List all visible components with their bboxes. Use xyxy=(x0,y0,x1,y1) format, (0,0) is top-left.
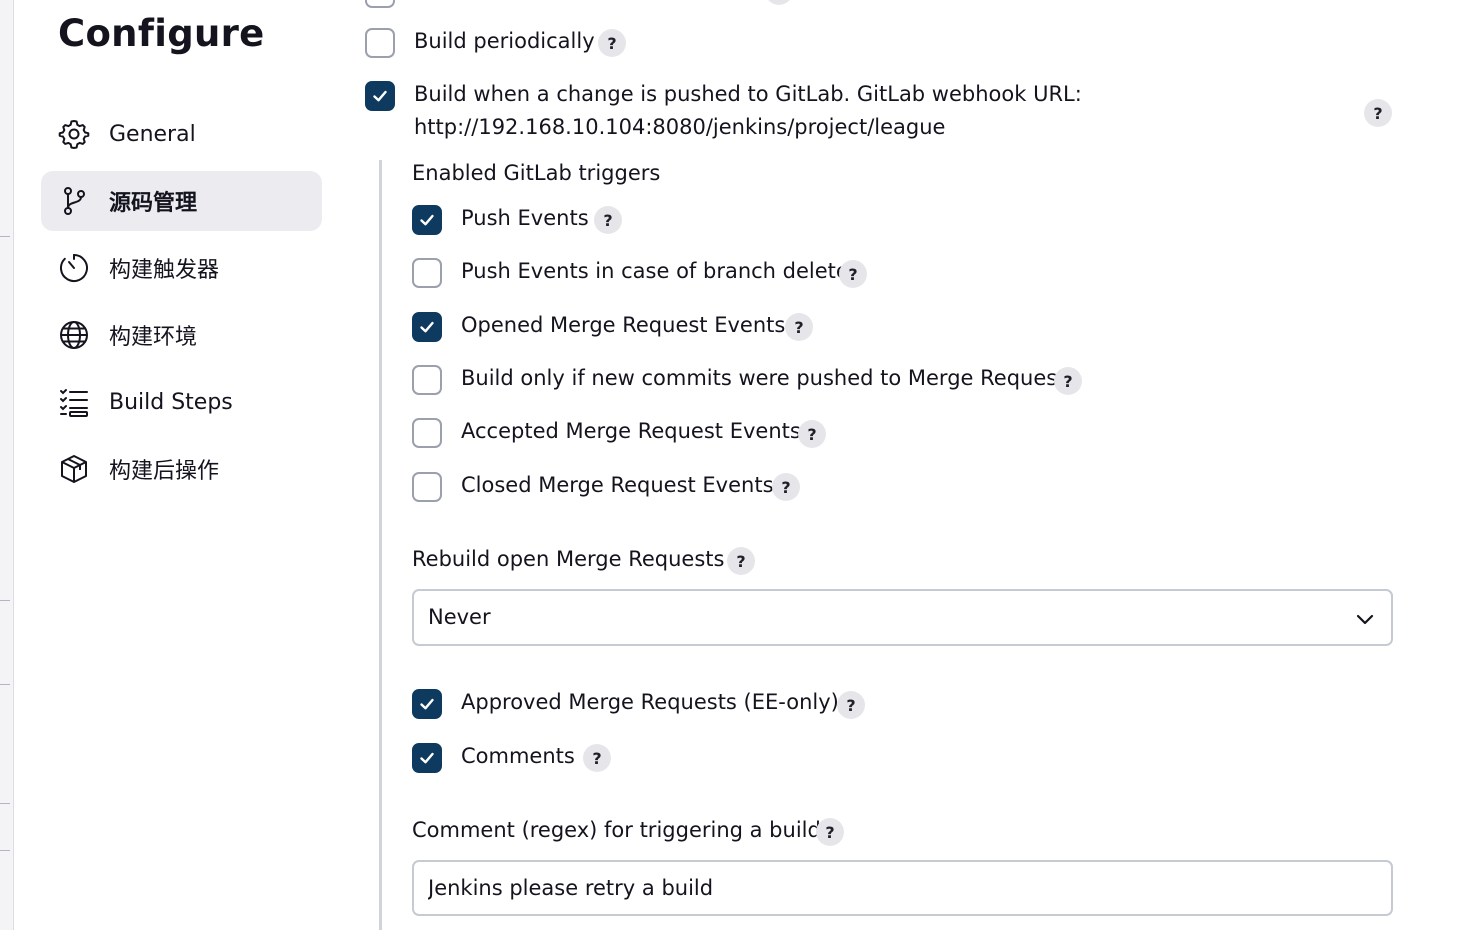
push-events-label: Push Events xyxy=(461,206,589,230)
help-icon[interactable]: ? xyxy=(839,260,867,288)
checkbox-opened-mr-events[interactable] xyxy=(412,312,442,342)
checkbox-push-events[interactable] xyxy=(412,205,442,235)
checkmark-icon xyxy=(373,90,387,102)
sidebar-nav: General 源码管理 构建触发器 构建环境 Build Steps 构建后操… xyxy=(41,104,322,506)
help-icon[interactable]: ? xyxy=(1364,99,1392,127)
edge-tick xyxy=(0,600,10,601)
list-icon xyxy=(58,386,90,418)
accepted-mr-events-label: Accepted Merge Request Events xyxy=(461,419,801,443)
clock-icon xyxy=(58,252,90,284)
background-window-edge xyxy=(0,0,14,930)
globe-icon xyxy=(58,319,90,351)
chevron-down-icon xyxy=(1356,614,1374,625)
checkbox-approved-mr[interactable] xyxy=(412,689,442,719)
sidebar-item-general[interactable]: General xyxy=(41,104,322,164)
sidebar-item-build-triggers[interactable]: 构建触发器 xyxy=(41,238,322,298)
help-icon[interactable]: ? xyxy=(785,313,813,341)
checkmark-icon xyxy=(420,214,434,226)
comment-regex-label: Comment (regex) for triggering a build xyxy=(412,818,821,842)
enabled-gitlab-triggers-label: Enabled GitLab triggers xyxy=(412,161,661,185)
comments-label: Comments xyxy=(461,744,575,768)
checkbox-build-only-new-commits[interactable] xyxy=(412,365,442,395)
gear-icon xyxy=(58,118,90,150)
rebuild-open-mr-value: Never xyxy=(428,605,491,629)
sidebar-item-label: General xyxy=(109,121,196,147)
sidebar-item-label: 构建触发器 xyxy=(109,258,220,283)
help-icon[interactable]: ? xyxy=(598,29,626,57)
gitlab-push-trigger-label: Build when a change is pushed to GitLab.… xyxy=(414,82,1082,106)
sidebar-item-label: 构建环境 xyxy=(109,325,198,350)
help-icon[interactable]: ? xyxy=(816,818,844,846)
checkbox-comments[interactable] xyxy=(412,743,442,773)
comment-regex-input[interactable] xyxy=(412,860,1393,916)
help-icon[interactable]: ? xyxy=(594,206,622,234)
gitlab-webhook-url: http://192.168.10.104:8080/jenkins/proje… xyxy=(414,115,946,139)
trigger-settings-panel: Build periodically ? Build when a change… xyxy=(363,0,1403,930)
checkbox-clipped-option[interactable] xyxy=(365,0,395,8)
checkbox-gitlab-push-trigger[interactable] xyxy=(365,81,395,111)
help-icon[interactable] xyxy=(765,0,793,5)
checkmark-icon xyxy=(420,321,434,333)
build-only-new-commits-label: Build only if new commits were pushed to… xyxy=(461,366,1066,390)
sidebar-item-build-environment[interactable]: 构建环境 xyxy=(41,305,322,365)
opened-mr-events-label: Opened Merge Request Events xyxy=(461,313,786,337)
edge-tick xyxy=(0,803,10,804)
checkbox-closed-mr-events[interactable] xyxy=(412,472,442,502)
sidebar-item-label: 构建后操作 xyxy=(109,459,220,484)
sidebar-item-source-control[interactable]: 源码管理 xyxy=(41,171,322,231)
help-icon[interactable]: ? xyxy=(727,547,755,575)
rebuild-open-mr-select[interactable]: Never xyxy=(412,589,1393,646)
checkmark-icon xyxy=(420,752,434,764)
help-icon[interactable]: ? xyxy=(798,420,826,448)
checkmark-icon xyxy=(420,698,434,710)
closed-mr-events-label: Closed Merge Request Events xyxy=(461,473,774,497)
approved-mr-label: Approved Merge Requests (EE-only) xyxy=(461,690,839,714)
help-icon[interactable]: ? xyxy=(837,691,865,719)
push-events-branch-delete-label: Push Events in case of branch delete xyxy=(461,259,849,283)
checkbox-accepted-mr-events[interactable] xyxy=(412,418,442,448)
configure-page: Configure General 源码管理 构建触发器 构建环境 Build … xyxy=(0,0,1457,930)
checkbox-build-periodically[interactable] xyxy=(365,28,395,58)
sidebar-item-label: 源码管理 xyxy=(109,191,198,216)
branch-icon xyxy=(58,185,90,217)
edge-tick xyxy=(0,684,10,685)
edge-tick xyxy=(0,236,10,237)
checkbox-push-events-branch-delete[interactable] xyxy=(412,258,442,288)
edge-tick xyxy=(0,850,10,851)
help-icon[interactable]: ? xyxy=(772,473,800,501)
package-icon xyxy=(58,453,90,485)
help-icon[interactable]: ? xyxy=(1054,367,1082,395)
page-title: Configure xyxy=(58,12,265,55)
help-icon[interactable]: ? xyxy=(583,744,611,772)
sidebar-item-label: Build Steps xyxy=(109,389,233,415)
rebuild-open-mr-label: Rebuild open Merge Requests xyxy=(412,547,725,571)
sidebar-item-build-steps[interactable]: Build Steps xyxy=(41,372,322,432)
build-periodically-label: Build periodically xyxy=(414,29,595,53)
sidebar-item-post-build[interactable]: 构建后操作 xyxy=(41,439,322,499)
nested-section-line xyxy=(379,160,382,930)
